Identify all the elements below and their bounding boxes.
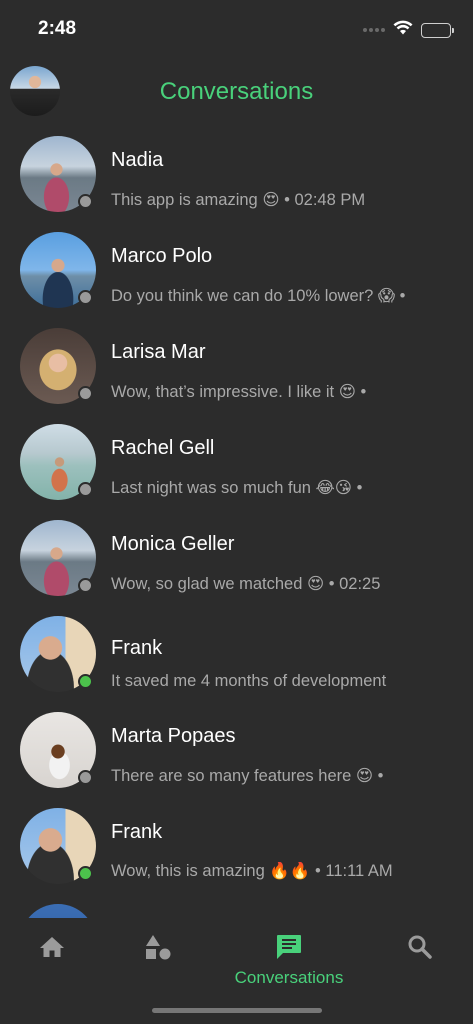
tab-bar: Conversations — [0, 918, 473, 1024]
contact-name: Rachel Gell — [111, 437, 215, 459]
message-preview: There are so many features here 😍 • — [111, 767, 384, 785]
presence-online-indicator — [78, 866, 93, 881]
search-icon — [405, 932, 435, 962]
conversation-row[interactable]: Marco Polo Do you think we can do 10% lo… — [0, 228, 473, 324]
presence-offline-indicator — [78, 194, 93, 209]
message-preview: Last night was so much fun 😂😘 • — [111, 479, 363, 497]
contact-name: Larisa Mar — [111, 341, 206, 363]
header: Conversations — [0, 62, 473, 120]
contact-name: Marta Popaes — [111, 725, 236, 747]
avatar — [20, 904, 96, 918]
contact-name: Frank — [111, 821, 163, 843]
tab-label-conversations: Conversations — [234, 968, 344, 987]
message-preview: Wow, so glad we matched 😍 • 02:25 — [111, 575, 381, 593]
message-preview: This app is amazing 😍 • 02:48 PM — [111, 191, 366, 209]
tab-home[interactable] — [0, 932, 112, 994]
presence-offline-indicator — [78, 290, 93, 305]
presence-offline-indicator — [78, 770, 93, 785]
conversation-list[interactable]: Nadia This app is amazing 😍 • 02:48 PM M… — [0, 132, 473, 918]
conversation-row[interactable]: Larisa Mar Wow, that’s impressive. I lik… — [0, 324, 473, 420]
home-indicator — [152, 1008, 322, 1013]
conversation-row[interactable]: Frank Wow, this is amazing 🔥🔥 • 11:11 AM — [0, 804, 473, 900]
status-time: 2:48 — [38, 18, 77, 39]
shapes-icon — [143, 932, 173, 962]
conversation-row-partial[interactable] — [0, 900, 473, 918]
conversation-row[interactable]: Monica Geller Wow, so glad we matched 😍 … — [0, 516, 473, 612]
status-icons — [363, 20, 454, 40]
wifi-icon — [393, 20, 413, 40]
signal-icon — [363, 28, 385, 32]
contact-name: Nadia — [111, 149, 164, 171]
presence-offline-indicator — [78, 386, 93, 401]
message-preview: Do you think we can do 10% lower? 😱 • — [111, 287, 406, 305]
presence-offline-indicator — [78, 482, 93, 497]
conversation-row[interactable]: Frank It saved me 4 months of developmen… — [0, 612, 473, 708]
contact-name: Marco Polo — [111, 245, 213, 267]
tab-search[interactable] — [360, 932, 473, 994]
message-preview: Wow, this is amazing 🔥🔥 • 11:11 AM — [111, 862, 393, 880]
presence-offline-indicator — [78, 578, 93, 593]
tab-conversations[interactable]: Conversations — [229, 932, 349, 994]
chat-icon — [274, 932, 304, 962]
message-preview: It saved me 4 months of development — [111, 672, 387, 690]
page-title: Conversations — [159, 78, 314, 105]
tab-shapes[interactable] — [98, 932, 218, 994]
presence-online-indicator — [78, 674, 93, 689]
battery-icon — [421, 22, 454, 38]
home-icon — [37, 932, 67, 962]
contact-name: Frank — [111, 637, 163, 659]
conversation-row[interactable]: Marta Popaes There are so many features … — [0, 708, 473, 804]
status-bar: 2:48 — [0, 0, 473, 56]
conversation-row[interactable]: Rachel Gell Last night was so much fun 😂… — [0, 420, 473, 516]
conversation-row[interactable]: Nadia This app is amazing 😍 • 02:48 PM — [0, 132, 473, 228]
contact-name: Monica Geller — [111, 533, 235, 555]
message-preview: Wow, that’s impressive. I like it 😍 • — [111, 383, 367, 401]
